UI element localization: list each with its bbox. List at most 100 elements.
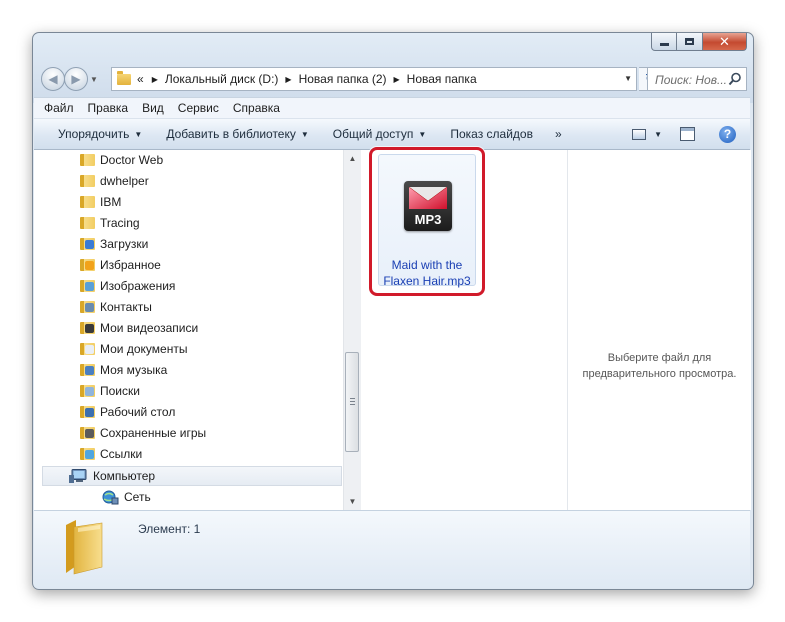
command-bar-right: ▼ ? [632,119,750,149]
chevron-down-icon: ▼ [418,129,427,139]
tree-item-folder[interactable]: Мои документы [80,339,187,359]
tree-item-label: Сеть [124,490,151,504]
chevron-down-icon: ▼ [300,129,309,139]
item-count-status: Элемент: 1 [138,522,201,536]
menu-file[interactable]: Файл [34,101,81,115]
tree-item-computer[interactable]: Компьютер [42,466,342,486]
back-button[interactable]: ◀ [41,67,65,91]
change-view-icon[interactable] [632,128,647,140]
pictures-folder-icon [80,280,95,292]
scrollbar-thumb[interactable] [345,352,359,452]
music-folder-icon [80,364,95,376]
scroll-down-arrow[interactable]: ▼ [344,493,361,510]
nav-pane-scrollbar[interactable]: ▲ ▼ [343,150,361,510]
command-bar: Упорядочить ▼ Добавить в библиотеку ▼ Общи… [34,119,750,150]
details-pane: Элемент: 1 [34,510,750,588]
scroll-up-arrow[interactable]: ▲ [344,150,361,167]
share-button[interactable]: Общий доступ ▼ [333,127,427,141]
tree-item-folder[interactable]: Рабочий стол [80,402,175,422]
tree-item-folder[interactable]: Поиски [80,381,140,401]
menu-help[interactable]: Справка [226,101,287,115]
preview-pane-icon[interactable] [680,127,695,141]
tree-item-label: Моя музыка [100,363,168,377]
tree-item-label: Контакты [100,300,152,314]
menu-edit[interactable]: Правка [81,101,136,115]
tree-item-folder[interactable]: Изображения [80,276,175,296]
chevron-right-icon[interactable]: ▶ [394,75,400,84]
tree-item-folder[interactable]: Мои видеозаписи [80,318,198,338]
maximize-icon [685,38,694,45]
tree-item-label: Tracing [100,216,140,230]
tree-item-folder[interactable]: Doctor Web [80,150,163,170]
tree-item-folder[interactable]: IBM [80,192,121,212]
tree-item-folder[interactable]: dwhelper [80,171,149,191]
downloads-folder-icon [80,238,95,250]
grip-icon [350,398,355,406]
preview-placeholder: Выберите файл для предварительного просм… [568,350,751,382]
share-label: Общий доступ [332,127,414,141]
navigation-pane: Doctor Web dwhelper IBM Tracing Загрузки… [34,150,343,510]
search-input[interactable] [653,69,733,91]
favorites-folder-icon [80,259,95,271]
folder-icon [117,70,131,85]
breadcrumb-item[interactable]: Новая папка (2) [299,72,387,86]
add-to-library-button[interactable]: Добавить в библиотеку ▼ [166,127,308,141]
search-icon[interactable] [728,72,742,86]
slideshow-label: Показ слайдов [450,127,533,141]
folder-icon [80,175,95,187]
address-bar[interactable]: « ▶ Локальный диск (D:) ▶ Новая папка (2… [111,67,637,91]
tree-item-label: IBM [100,195,122,209]
breadcrumb-item[interactable]: Локальный диск (D:) [165,72,279,86]
arrow-right-icon: ▶ [71,72,81,86]
navigation-row: ◀ ▶ ▼ « ▶ Локальный диск (D:) ▶ Новая па… [41,67,747,93]
breadcrumb-item[interactable]: Новая папка [407,72,477,86]
tree-item-folder[interactable]: Ссылки [80,444,142,464]
slideshow-button[interactable]: Показ слайдов [450,127,533,141]
tree-item-folder[interactable]: Моя музыка [80,360,167,380]
content-area: Doctor Web dwhelper IBM Tracing Загрузки… [34,147,751,510]
tree-item-folder[interactable]: Сохраненные игры [80,423,206,443]
tree-item-folder[interactable]: Контакты [80,297,152,317]
more-commands-button[interactable]: » [555,127,562,141]
preview-line: предварительного просмотра. [582,368,737,380]
maximize-button[interactable] [677,33,703,51]
selection-highlight-frame [369,147,485,296]
folder-icon [80,196,95,208]
tree-item-label: Поиски [100,384,140,398]
forward-button[interactable]: ▶ [64,67,88,91]
arrow-left-icon: ◀ [48,72,58,86]
organize-button[interactable]: Упорядочить ▼ [58,127,142,141]
chevron-right-icon[interactable]: ▶ [285,75,291,84]
links-folder-icon [80,448,95,460]
network-icon [102,490,119,504]
add-to-library-label: Добавить в библиотеку [166,127,296,141]
tree-item-label: Изображения [100,279,176,293]
searches-folder-icon [80,385,95,397]
help-icon[interactable]: ? [719,125,736,143]
menu-tools[interactable]: Сервис [171,101,226,115]
tree-item-folder[interactable]: Tracing [80,213,140,233]
folder-icon [66,520,103,575]
close-icon: ✕ [719,34,730,49]
menu-view[interactable]: Вид [135,101,171,115]
file-list: MP3 Maid with the Flaxen Hair.mp3 [361,147,567,510]
more-views-dropdown[interactable]: ▼ [654,130,662,139]
tree-item-label: Мои документы [100,342,188,356]
tree-item-label: Избранное [100,258,161,272]
chevron-down-icon: ▼ [134,129,143,139]
address-history-dropdown[interactable]: ▼ [624,74,632,83]
minimize-button[interactable] [651,33,677,51]
tree-item-folder[interactable]: Избранное [80,255,161,275]
chevron-right-icon: ▶ [151,74,158,84]
tree-item-network[interactable]: Сеть [102,487,151,507]
folder-icon [80,154,95,166]
recent-pages-dropdown[interactable]: ▼ [90,75,98,84]
close-button[interactable]: ✕ [703,33,747,51]
tree-item-label: Doctor Web [100,153,164,167]
tree-item-folder[interactable]: Загрузки [80,234,148,254]
search-box[interactable] [647,67,747,91]
documents-folder-icon [80,343,95,355]
minimize-icon [659,42,669,46]
explorer-window: ✕ ◀ ▶ ▼ « ▶ Локальный диск (D:) ▶ Новая … [32,32,754,590]
breadcrumb-overflow[interactable]: « [137,72,144,86]
